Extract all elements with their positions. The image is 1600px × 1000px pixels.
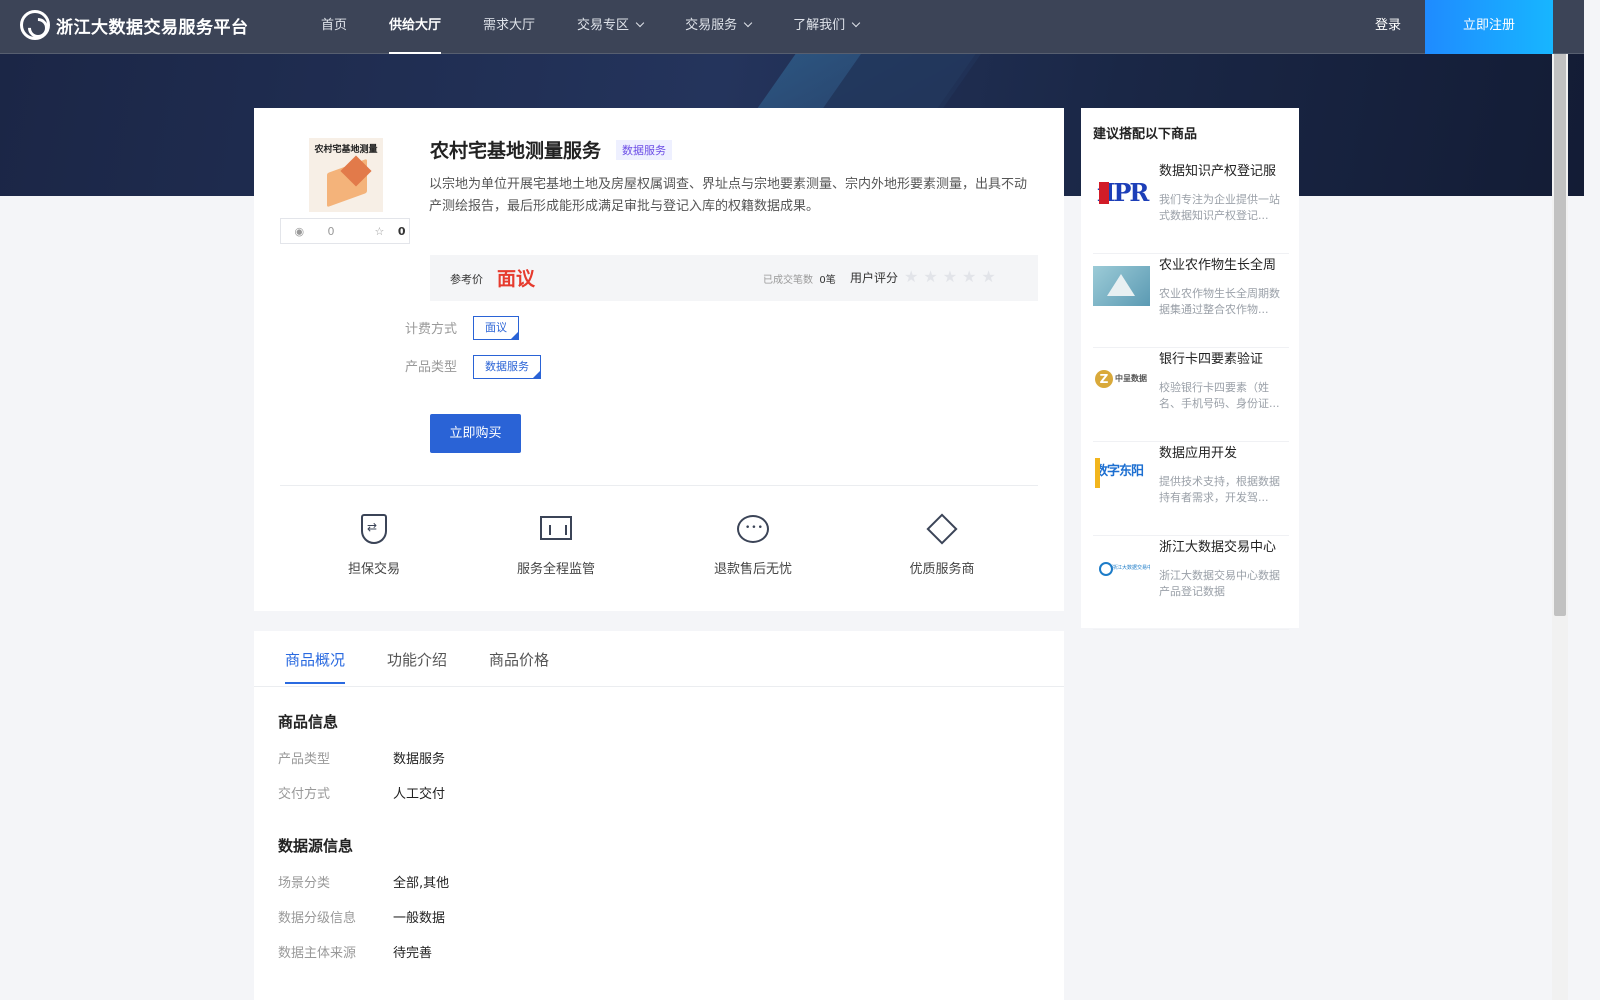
nav-demand-hall[interactable]: 需求大厅: [483, 0, 535, 54]
product-description: 以宗地为单位开展宅基地土地及房屋权属调查、界址点与宗地要素测量、宗内外地形要素测…: [429, 177, 1028, 214]
logo-text: 浙江大数据交易服务平台: [56, 17, 249, 38]
recommended-item-name: 银行卡四要素验证: [1159, 352, 1264, 367]
product-logo: [1093, 266, 1150, 306]
logo-icon: [20, 10, 50, 40]
product-detail-panel: 商品概况 功能介绍 商品价格 商品信息 产品类型 数据服务 交付方式 人工交付 …: [254, 631, 1064, 1000]
feature-supervision: 服务全程监管: [486, 514, 626, 577]
product-card: 农村宅基地测量 ◉ 0 ☆ 0 农村宅基地测量服务 数据服务 以宗地为单位开展宅…: [254, 108, 1064, 611]
info-value: 数据服务: [393, 752, 446, 767]
tab-pricing[interactable]: 商品价格: [489, 649, 549, 670]
feature-quality-provider: 优质服务商: [872, 513, 1012, 577]
recommendation-sidebar: 建议搭配以下商品 数据知识产权登记服 我们专注为企业提供一站式数据知识产权登记.…: [1081, 108, 1299, 630]
section-title-data-source: 数据源信息: [278, 837, 354, 855]
recommended-item[interactable]: 数据知识产权登记服 我们专注为企业提供一站式数据知识产权登记...: [1093, 160, 1289, 254]
deal-count: 已成交笔数 0笔: [763, 275, 836, 286]
info-value: 全部,其他: [393, 876, 450, 891]
info-key: 数据主体来源: [278, 946, 357, 961]
chevron-down-icon: [743, 18, 753, 28]
billing-option[interactable]: 面议: [473, 316, 519, 340]
product-stats: ◉ 0 ☆ 0: [280, 218, 410, 244]
info-key: 产品类型: [278, 752, 331, 767]
scrollbar-thumb[interactable]: [1554, 2, 1566, 616]
recommended-item-desc: 校验银行卡四要素（姓名、手机号码、身份证...: [1159, 381, 1280, 410]
view-count: ◉ 0: [294, 224, 335, 238]
favorite-count[interactable]: ☆ 0: [365, 225, 406, 238]
recommended-item-desc: 提供技术支持，根据数据持有者需求，开发驾...: [1159, 475, 1280, 504]
recommended-item[interactable]: 银行卡四要素验证 校验银行卡四要素（姓名、手机号码、身份证...: [1093, 348, 1289, 442]
recommended-item-desc: 农业农作物生长全周期数据集通过整合农作物...: [1159, 287, 1280, 316]
top-navbar: 浙江大数据交易服务平台 首页 供给大厅 需求大厅 交易专区 交易服务 了解我们 …: [0, 0, 1584, 54]
recommended-item-name: 农业农作物生长全周: [1159, 258, 1277, 273]
price-panel: 参考价 面议 已成交笔数 0笔 用户评分 ★★★★★: [430, 255, 1038, 301]
nav-about-us[interactable]: 了解我们: [793, 0, 861, 54]
recommended-item-name: 浙江大数据交易中心: [1159, 540, 1277, 555]
shield-exchange-icon: [357, 514, 391, 548]
chat-bubble-icon: [736, 514, 770, 548]
recommended-item-desc: 我们专注为企业提供一站式数据知识产权登记...: [1159, 193, 1280, 222]
rating-stars: ★★★★★: [904, 267, 1001, 286]
site-logo[interactable]: 浙江大数据交易服务平台: [20, 10, 249, 40]
feature-refund: 退款售后无忧: [683, 514, 823, 577]
chevron-down-icon: [635, 18, 645, 28]
detail-tabs: 商品概况 功能介绍 商品价格: [254, 631, 1064, 687]
star-icon: ☆: [374, 224, 385, 238]
price-label: 参考价: [450, 273, 483, 286]
nav-supply-hall[interactable]: 供给大厅: [389, 0, 442, 54]
register-button[interactable]: 立即注册: [1425, 0, 1553, 54]
recommended-item-desc: 浙江大数据交易中心数据产品登记数据: [1159, 569, 1280, 598]
nav-home[interactable]: 首页: [321, 0, 347, 54]
recommended-item[interactable]: 浙江大数据交易中心 浙江大数据交易中心数据产品登记数据: [1093, 536, 1289, 630]
rating-label: 用户评分: [850, 271, 899, 285]
info-key: 场景分类: [278, 876, 331, 891]
type-label: 产品类型: [405, 360, 458, 375]
chevron-down-icon: [851, 18, 861, 28]
tab-overview[interactable]: 商品概况: [285, 649, 346, 684]
product-image[interactable]: 农村宅基地测量: [309, 138, 383, 212]
recommended-item-name: 数据应用开发: [1159, 446, 1238, 461]
info-value: 待完善: [393, 946, 433, 961]
buy-now-button[interactable]: 立即购买: [430, 414, 521, 453]
recommended-item[interactable]: 农业农作物生长全周 农业农作物生长全周期数据集通过整合农作物...: [1093, 254, 1289, 348]
tab-features[interactable]: 功能介绍: [387, 649, 447, 670]
divider: [280, 485, 1038, 486]
billing-label: 计费方式: [405, 322, 458, 337]
nav-trade-zone[interactable]: 交易专区: [577, 0, 645, 54]
main-nav: 首页 供给大厅 需求大厅 交易专区 交易服务 了解我们: [300, 0, 880, 54]
diamond-check-icon: [925, 513, 959, 548]
info-key: 交付方式: [278, 787, 331, 802]
product-logo: [1093, 360, 1150, 400]
login-link[interactable]: 登录: [1375, 0, 1401, 54]
product-logo: [1093, 548, 1150, 588]
type-option[interactable]: 数据服务: [473, 355, 541, 379]
price-value: 面议: [497, 268, 536, 290]
recommended-item[interactable]: 数据应用开发 提供技术支持，根据数据持有者需求，开发驾...: [1093, 442, 1289, 536]
product-logo: [1093, 454, 1150, 494]
info-key: 数据分级信息: [278, 911, 357, 926]
product-logo: [1093, 172, 1150, 212]
thumbnail-title: 农村宅基地测量: [314, 145, 378, 155]
info-value: 人工交付: [393, 787, 446, 802]
product-title: 农村宅基地测量服务: [430, 140, 602, 162]
section-title-product-info: 商品信息: [278, 713, 339, 731]
info-value: 一般数据: [393, 911, 446, 926]
eye-icon: ◉: [294, 224, 305, 238]
product-tag: 数据服务: [616, 140, 672, 160]
feature-guarantee: 担保交易: [304, 514, 444, 577]
recommended-item-name: 数据知识产权登记服: [1159, 164, 1277, 179]
monitor-chart-icon: [539, 514, 573, 548]
nav-trade-service[interactable]: 交易服务: [685, 0, 753, 54]
sidebar-title: 建议搭配以下商品: [1093, 127, 1198, 142]
